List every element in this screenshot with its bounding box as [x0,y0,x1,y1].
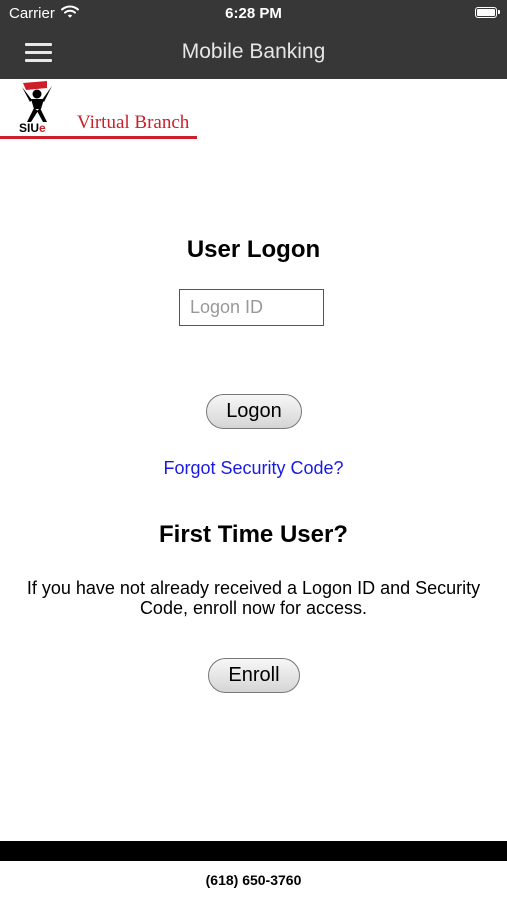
first-time-user-heading: First Time User? [159,521,348,548]
nav-title: Mobile Banking [181,40,326,63]
footer-bar [0,841,507,861]
nav-bar: Mobile Banking [0,27,507,79]
status-time: 6:28 PM [225,5,282,22]
virtual-branch-text: Virtual Branch [77,112,190,133]
battery-icon [475,7,500,18]
user-logon-heading: User Logon [186,236,321,263]
logon-button[interactable]: Logon [206,394,302,429]
footer-phone-number[interactable]: (618) 650-3760 [0,872,507,888]
forgot-security-code-link[interactable]: Forgot Security Code? [0,458,507,479]
siue-wordmark: SIUe [19,121,46,135]
enroll-description: If you have not already received a Logon… [26,578,481,618]
siue-virtual-branch-logo: SIUe Virtual Branch [0,79,200,143]
logo-underline [0,136,197,139]
logon-id-input[interactable] [179,289,324,326]
status-bar: Carrier 6:28 PM [0,0,507,27]
enroll-button[interactable]: Enroll [208,658,300,693]
